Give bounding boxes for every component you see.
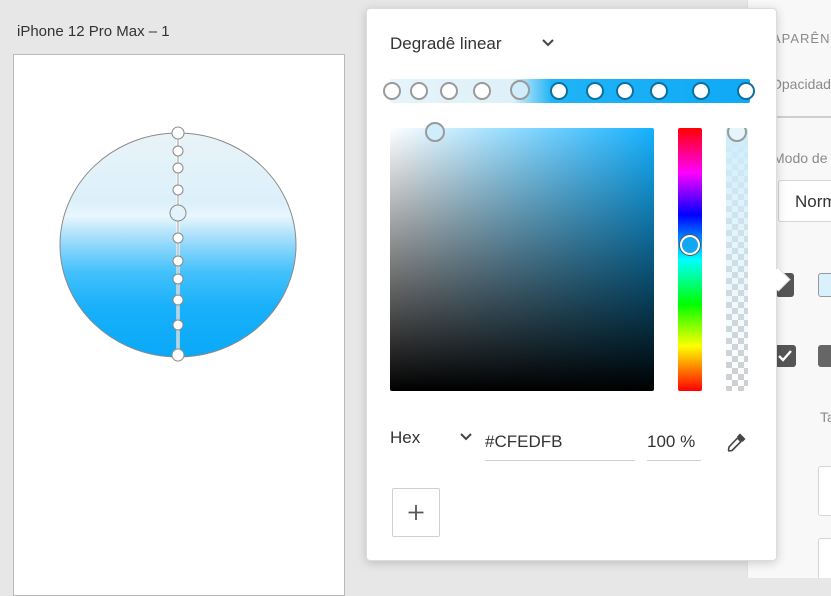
gradient-stop[interactable] — [550, 82, 568, 100]
gradient-stop[interactable] — [616, 82, 634, 100]
gradient-stop[interactable] — [383, 82, 401, 100]
checkbox-checked-icon — [778, 350, 792, 362]
gradient-stop[interactable] — [737, 82, 755, 100]
appearance-section-label: APARÊN — [772, 31, 831, 46]
gradient-stop[interactable] — [650, 82, 668, 100]
add-swatch-button[interactable] — [392, 488, 440, 537]
gradient-stop[interactable] — [410, 82, 428, 100]
hue-slider[interactable] — [678, 128, 702, 391]
gradient-axis-stop[interactable] — [172, 184, 184, 196]
gradient-axis-stop[interactable] — [172, 319, 184, 331]
plus-icon — [408, 505, 424, 520]
size-label: Ta — [820, 409, 831, 425]
gradient-stop[interactable] — [473, 82, 491, 100]
gradient-axis-stop-selected[interactable] — [169, 204, 187, 222]
saturation-brightness-field[interactable] — [390, 122, 654, 391]
border-checkbox[interactable] — [774, 345, 796, 367]
gradient-stop[interactable] — [586, 82, 604, 100]
opacity-label: Opacidade — [771, 76, 831, 92]
gradient-type-dropdown[interactable]: Degradê linear — [390, 34, 502, 54]
gradient-axis-stop[interactable] — [172, 294, 184, 306]
chevron-down-icon[interactable] — [541, 38, 555, 48]
size-input[interactable] — [818, 466, 831, 516]
gradient-stop-selected[interactable] — [510, 80, 530, 100]
hue-slider-handle[interactable] — [680, 235, 700, 255]
gradient-axis-stop[interactable] — [172, 162, 184, 174]
gradient-axis-stop[interactable] — [171, 348, 185, 362]
color-mode-dropdown[interactable]: Hex — [390, 428, 420, 448]
eyedropper-icon[interactable] — [725, 430, 749, 454]
blend-mode-select[interactable]: Norm — [778, 180, 831, 222]
border-color-swatch[interactable] — [818, 345, 831, 367]
color-field-handle[interactable] — [425, 122, 445, 142]
opacity-input[interactable] — [647, 423, 701, 461]
gradient-axis-stop[interactable] — [172, 255, 184, 267]
gradient-axis-stop[interactable] — [172, 145, 184, 157]
hex-input[interactable] — [485, 423, 635, 461]
color-picker-popover: Degradê linear Hex — [366, 8, 791, 561]
gradient-axis-stop[interactable] — [172, 273, 184, 285]
gradient-stop[interactable] — [440, 82, 458, 100]
chevron-down-icon[interactable] — [459, 432, 473, 442]
size-input-2[interactable] — [818, 538, 831, 578]
opacity-slider[interactable] — [726, 128, 748, 391]
gradient-axis-stop[interactable] — [171, 126, 185, 140]
gradient-stops-bar[interactable] — [383, 79, 755, 103]
blend-mode-label: Modo de — [773, 150, 828, 166]
gradient-axis-stop[interactable] — [172, 232, 184, 244]
gradient-stop[interactable] — [692, 82, 710, 100]
opacity-slider-handle[interactable] — [727, 128, 747, 142]
fill-color-swatch[interactable] — [818, 273, 831, 297]
